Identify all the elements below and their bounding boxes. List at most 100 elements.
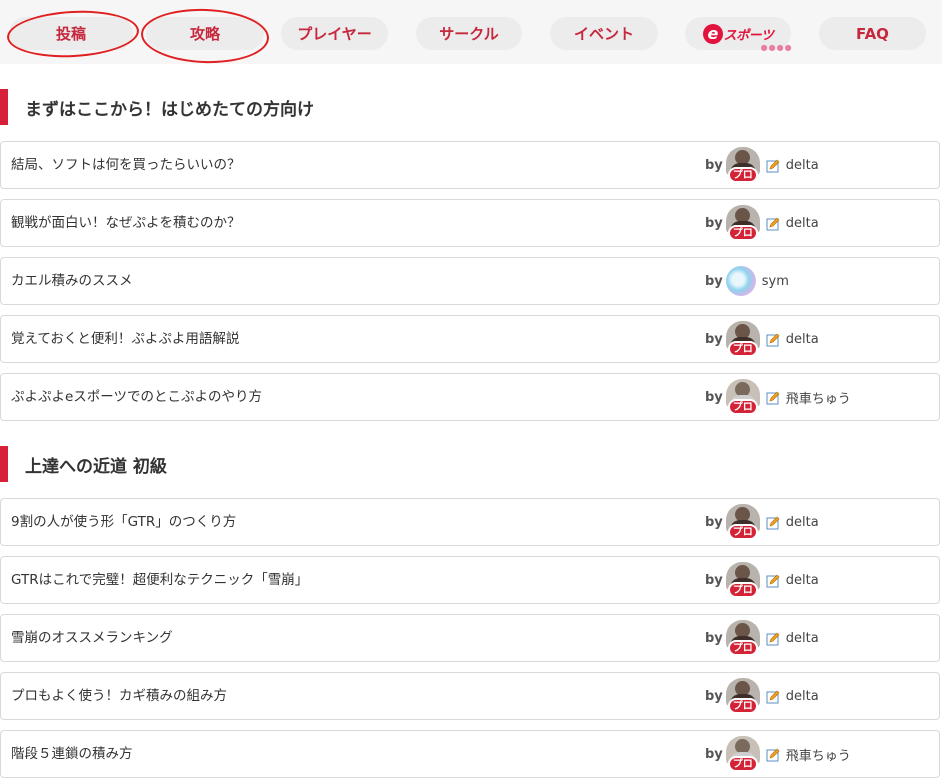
article-author: by プロ delta	[705, 499, 819, 545]
article-row[interactable]: 9割の人が使う形「GTR」のつくり方 by プロ delta	[0, 498, 940, 546]
tab-faq[interactable]: FAQ	[819, 17, 926, 50]
article-row[interactable]: 結局、ソフトは何を買ったらいいの？ by プロ delta	[0, 141, 940, 189]
pencil-icon	[766, 216, 780, 231]
article-row[interactable]: ぷよぷよeスポーツでのとこぷよのやり方 by プロ 飛車ちゅう	[0, 373, 940, 421]
author-name[interactable]: delta	[786, 332, 819, 347]
article-row[interactable]: 雪崩のオススメランキング by プロ delta	[0, 614, 940, 662]
avatar[interactable]	[725, 266, 756, 296]
article-author: by プロ 飛車ちゅう	[705, 731, 851, 777]
pro-badge: プロ	[727, 640, 758, 656]
author-name[interactable]: 飛車ちゅう	[786, 388, 851, 407]
esports-logo-dots: ●●●●	[760, 42, 793, 52]
tab-events-label: イベント	[573, 25, 634, 43]
article-title: GTRはこれで完璧！超便利なテクニック「雪崩」	[11, 572, 309, 588]
tab-circles[interactable]: サークル	[416, 17, 522, 50]
tab-circles-label: サークル	[439, 25, 499, 43]
avatar[interactable]: プロ	[725, 562, 760, 598]
article-title: 階段５連鎖の積み方	[11, 746, 133, 762]
article-row[interactable]: 階段５連鎖の積み方 by プロ 飛車ちゅう	[0, 730, 940, 778]
avatar[interactable]: プロ	[725, 321, 760, 357]
pro-badge: プロ	[727, 399, 758, 415]
avatar[interactable]: プロ	[725, 205, 760, 241]
pro-badge: プロ	[727, 225, 758, 241]
section-title: まずはここから！はじめたての方向け	[25, 99, 314, 120]
article-title: 覚えておくと便利！ぷよぷよ用語解説	[11, 331, 240, 347]
article-row[interactable]: 覚えておくと便利！ぷよぷよ用語解説 by プロ delta	[0, 315, 940, 363]
article-author: by プロ delta	[705, 615, 819, 661]
by-label: by	[705, 215, 723, 231]
author-name[interactable]: delta	[786, 158, 819, 173]
by-label: by	[705, 688, 723, 704]
pencil-icon	[766, 390, 780, 405]
by-label: by	[705, 746, 723, 762]
pencil-icon	[766, 689, 780, 704]
article-title: 結局、ソフトは何を買ったらいいの？	[11, 157, 241, 173]
author-name[interactable]: sym	[762, 274, 789, 289]
article-author: by プロ delta	[705, 142, 819, 188]
article-row[interactable]: プロもよく使う！カギ積みの組み方 by プロ delta	[0, 672, 940, 720]
author-name[interactable]: 飛車ちゅう	[786, 745, 851, 764]
pencil-icon	[766, 631, 780, 646]
article-author: by プロ delta	[705, 200, 819, 246]
article-title: 雪崩のオススメランキング	[11, 630, 173, 646]
tab-players-label: プレイヤー	[297, 25, 372, 43]
article-author: by プロ delta	[705, 557, 819, 603]
by-label: by	[705, 389, 723, 405]
pencil-icon	[766, 747, 780, 762]
tab-events[interactable]: イベント	[550, 17, 658, 50]
avatar[interactable]: プロ	[725, 736, 760, 772]
pro-badge: プロ	[727, 167, 758, 183]
article-row[interactable]: GTRはこれで完璧！超便利なテクニック「雪崩」 by プロ delta	[0, 556, 940, 604]
section-accent-bar	[0, 89, 8, 125]
tab-faq-label: FAQ	[856, 24, 889, 43]
tab-players[interactable]: プレイヤー	[281, 17, 388, 50]
pencil-icon	[766, 158, 780, 173]
section-heading-basic: 上達への近道 初級	[0, 446, 942, 482]
tab-post-label: 投稿	[55, 25, 86, 43]
author-name[interactable]: delta	[786, 515, 819, 530]
by-label: by	[705, 630, 723, 646]
avatar[interactable]: プロ	[725, 379, 760, 415]
pro-badge: プロ	[727, 582, 758, 598]
tab-esports[interactable]: e スポーツ ●●●●	[685, 17, 792, 52]
article-title: ぷよぷよeスポーツでのとこぷよのやり方	[11, 389, 263, 405]
pencil-icon	[766, 515, 780, 530]
section-accent-bar	[0, 446, 8, 482]
author-name[interactable]: delta	[786, 689, 819, 704]
section-title: 上達への近道 初級	[25, 456, 167, 477]
by-label: by	[705, 514, 723, 530]
pencil-icon	[766, 573, 780, 588]
avatar[interactable]: プロ	[725, 620, 760, 656]
article-author: by プロ delta	[705, 673, 819, 719]
tab-strategy-label: 攻略	[189, 25, 220, 43]
author-name[interactable]: delta	[786, 631, 819, 646]
by-label: by	[705, 273, 723, 289]
esports-logo: e スポーツ ●●●●	[702, 23, 792, 52]
article-title: カエル積みのススメ	[11, 273, 133, 289]
author-name[interactable]: delta	[786, 216, 819, 231]
tab-post[interactable]: 投稿	[9, 17, 133, 50]
avatar[interactable]: プロ	[725, 678, 760, 714]
avatar[interactable]: プロ	[725, 147, 760, 183]
esports-logo-text: スポーツ	[723, 28, 774, 43]
pro-badge: プロ	[727, 341, 758, 357]
article-author: by sym	[705, 258, 789, 304]
pro-badge: プロ	[727, 698, 758, 714]
nav-tab-bar: 投稿 攻略 プレイヤー サークル イベント e スポーツ ●●●● FAQ	[0, 0, 942, 66]
article-title: 9割の人が使う形「GTR」のつくり方	[11, 514, 237, 530]
avatar[interactable]: プロ	[725, 504, 760, 540]
by-label: by	[705, 572, 723, 588]
pencil-icon	[766, 332, 780, 347]
section-heading-beginners: まずはここから！はじめたての方向け	[0, 89, 942, 125]
article-author: by プロ 飛車ちゅう	[705, 374, 851, 420]
author-name[interactable]: delta	[786, 573, 819, 588]
by-label: by	[705, 331, 723, 347]
pro-badge: プロ	[727, 756, 758, 772]
article-title: プロもよく使う！カギ積みの組み方	[11, 688, 227, 704]
pro-badge: プロ	[727, 524, 758, 540]
article-title: 観戦が面白い！なぜぷよを積むのか？	[11, 215, 241, 231]
article-row[interactable]: カエル積みのススメ by sym	[0, 257, 940, 305]
tab-strategy[interactable]: 攻略	[146, 17, 264, 50]
by-label: by	[705, 157, 723, 173]
article-row[interactable]: 観戦が面白い！なぜぷよを積むのか？ by プロ delta	[0, 199, 940, 247]
